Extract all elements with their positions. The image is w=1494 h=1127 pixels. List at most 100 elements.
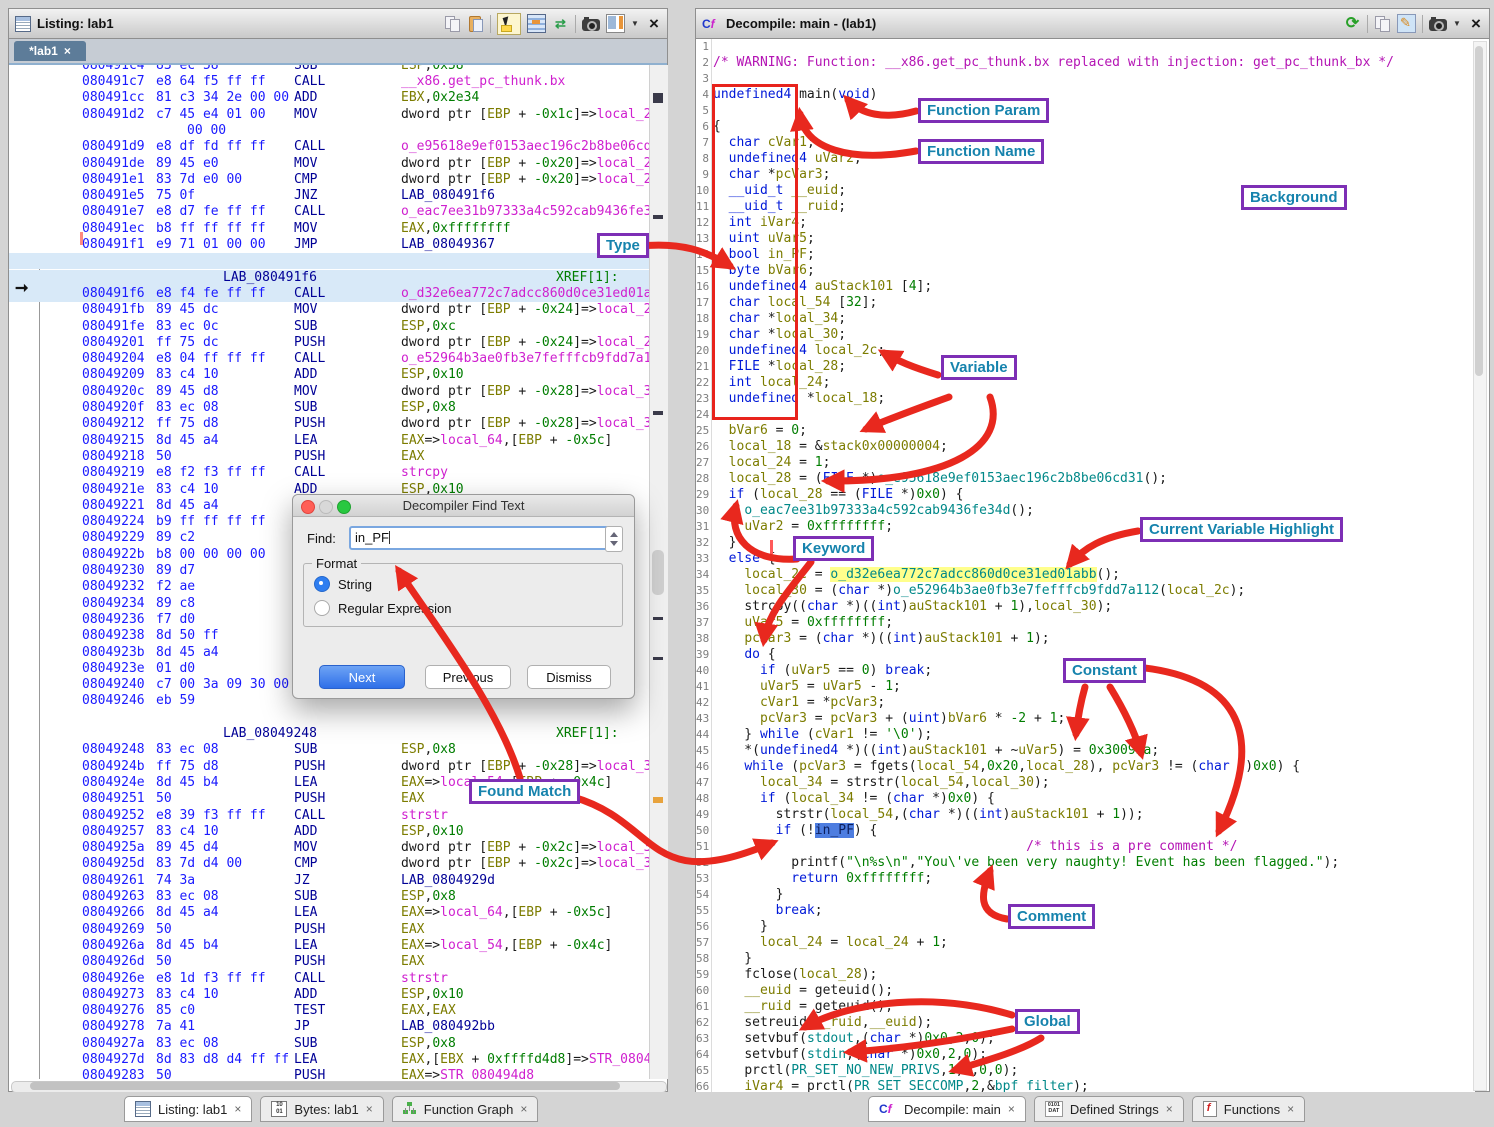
decompiler-line[interactable]: 24 — [696, 407, 1475, 423]
listing-row[interactable]: 0804926ee8 1d f3 ff ffCALLstrstr — [9, 971, 649, 987]
listing-row[interactable]: 08049212ff 75 d8PUSHdword ptr [EBP + -0x… — [9, 416, 649, 432]
decompiler-line[interactable]: 52 printf("\n%s\n","You\'ve been very na… — [696, 855, 1475, 871]
edit-icon[interactable] — [1397, 14, 1416, 33]
dialog-close-icon[interactable] — [301, 500, 315, 514]
tab-close-icon[interactable]: × — [366, 1102, 373, 1116]
navigation-marker[interactable] — [653, 93, 663, 103]
bottom-tab-listing-lab-[interactable]: Listing: lab1× — [124, 1096, 252, 1122]
decompiler-line[interactable]: 63 setvbuf(stdout,(char *)0x0,2,0); — [696, 1031, 1475, 1047]
decompiler-line[interactable]: 64 setvbuf(stdin,(char *)0x0,2,0); — [696, 1047, 1475, 1063]
navigation-marker[interactable] — [653, 411, 663, 415]
decompiler-line[interactable]: 14 bool in_PF; — [696, 247, 1475, 263]
decompiler-line[interactable]: 58 } — [696, 951, 1475, 967]
decompiler-line[interactable]: 50 if (!in_PF) { — [696, 823, 1475, 839]
decompiler-line[interactable]: 61 __ruid = geteuid(); — [696, 999, 1475, 1015]
tab-lab1[interactable]: *lab1 × — [14, 41, 86, 61]
decompiler-line[interactable]: 38 pcVar3 = (char *)((int)auStack101 + 1… — [696, 631, 1475, 647]
decompiler-line[interactable]: 30 o_eac7ee31b97333a4c592cab9436fe34d(); — [696, 503, 1475, 519]
decompiler-line[interactable]: 60 __euid = geteuid(); — [696, 983, 1475, 999]
decompiler-line[interactable]: 48 if (local_34 != (char *)0x0) { — [696, 791, 1475, 807]
navigation-marker[interactable] — [653, 215, 663, 219]
find-history-stepper[interactable] — [605, 526, 623, 552]
listing-row[interactable]: 0804921850PUSHEAX — [9, 449, 649, 465]
listing-row[interactable]: 080491de89 45 e0MOVdword ptr [EBP + -0x2… — [9, 156, 649, 172]
panel-options-icon[interactable] — [606, 14, 625, 33]
listing-row[interactable]: 0804928350PUSHEAX=>STR_080494d8 — [9, 1068, 649, 1079]
listing-row[interactable]: 080491c7e8 64 f5 ff ffCALL__x86.get_pc_t… — [9, 74, 649, 90]
decompiler-line[interactable]: 12 int iVar4; — [696, 215, 1475, 231]
listing-row[interactable]: 0804926950PUSHEAX — [9, 922, 649, 938]
decompiler-line[interactable]: 51 /* this is a pre comment */ — [696, 839, 1475, 855]
bottom-tab-bytes-lab-[interactable]: 10 01Bytes: lab1× — [260, 1096, 383, 1122]
refresh-icon[interactable]: ⟳ — [1344, 15, 1361, 32]
decompiler-line[interactable]: 36 strcpy((char *)((int)auStack101 + 1),… — [696, 599, 1475, 615]
listing-vscroll-thumb[interactable] — [652, 550, 664, 595]
tab-close-icon[interactable]: × — [64, 44, 71, 58]
decompiler-line[interactable]: 31 uVar2 = 0xffffffff; — [696, 519, 1475, 535]
decompiler-view[interactable]: 12/* WARNING: Function: __x86.get_pc_thu… — [696, 39, 1475, 1092]
tab-close-icon[interactable]: × — [1166, 1102, 1173, 1116]
decompiler-line[interactable]: 54 } — [696, 887, 1475, 903]
bottom-tab-defined-strings[interactable]: 0101 DATDefined Strings× — [1034, 1096, 1184, 1122]
listing-row[interactable]: 0804925783 c4 10ADDESP,0x10 — [9, 824, 649, 840]
listing-marker-margin[interactable] — [649, 65, 668, 1079]
dismiss-button[interactable]: Dismiss — [527, 665, 611, 689]
decompiler-line[interactable]: 53 return 0xffffffff; — [696, 871, 1475, 887]
close-icon[interactable]: × — [1469, 15, 1483, 32]
decompiler-line[interactable]: 35 local_30 = (char *)o_e52964b3ae0fb3e7… — [696, 583, 1475, 599]
decompiler-line[interactable]: 25 bVar6 = 0; — [696, 423, 1475, 439]
decompiler-line[interactable]: 18 char *local_34; — [696, 311, 1475, 327]
decompiler-line[interactable]: 57 local_24 = local_24 + 1; — [696, 935, 1475, 951]
decompiler-line[interactable]: 11 __uid_t __ruid; — [696, 199, 1475, 215]
decompiler-line[interactable]: 34 local_2c = o_d32e6ea772c7adcc860d0ce3… — [696, 567, 1475, 583]
decompiler-line[interactable]: 46 while (pcVar3 = fgets(local_54,0x20,l… — [696, 759, 1475, 775]
navigation-marker[interactable] — [653, 657, 663, 660]
listing-row[interactable]: 080491c483 ec 58SUBESP,0x58 — [9, 65, 649, 74]
bottom-tab-function-graph[interactable]: Function Graph× — [392, 1096, 539, 1122]
listing-label-row[interactable]: LAB_08049248XREF[1]: — [9, 726, 649, 742]
listing-row[interactable]: 0804927a83 ec 08SUBESP,0x8 — [9, 1036, 649, 1052]
decompiler-line[interactable]: 2/* WARNING: Function: __x86.get_pc_thun… — [696, 55, 1475, 71]
decompiler-titlebar[interactable]: Decompile: main - (lab1) ⟳▼× — [696, 9, 1489, 39]
decompiler-line[interactable]: 8 undefined4 uVar2; — [696, 151, 1475, 167]
find-dialog-titlebar[interactable]: Decompiler Find Text — [293, 495, 634, 517]
dialog-minimize-icon[interactable] — [319, 500, 333, 514]
decompiler-line[interactable]: 23 undefined *local_18; — [696, 391, 1475, 407]
listing-row[interactable]: 0804920f83 ec 08SUBESP,0x8 — [9, 400, 649, 416]
listing-row[interactable]: 08049219e8 f2 f3 ff ffCALLstrcpy — [9, 465, 649, 481]
copy-icon[interactable] — [1374, 15, 1391, 32]
decompiler-line[interactable]: 22 int local_24; — [696, 375, 1475, 391]
decompiler-line[interactable]: 7 char cVar1; — [696, 135, 1475, 151]
decompiler-line[interactable]: 3 — [696, 71, 1475, 87]
listing-label-row[interactable]: LAB_080491f6XREF[1]: — [9, 270, 649, 286]
decompiler-line[interactable]: 21 FILE *local_28; — [696, 359, 1475, 375]
listing-row[interactable]: 0804927d8d 83 d8 d4 ff ffLEAEAX,[EBX + 0… — [9, 1052, 649, 1068]
cursor-selection-icon[interactable] — [497, 13, 521, 35]
tab-close-icon[interactable]: × — [520, 1102, 527, 1116]
dropdown-arrow-icon[interactable]: ▼ — [631, 15, 641, 32]
decompiler-line[interactable]: 5 — [696, 103, 1475, 119]
decompiler-line[interactable]: 28 local_28 = (FILE *)o_e95618e9ef0153ae… — [696, 471, 1475, 487]
listing-row[interactable]: 080491d2c7 45 e4 01 00MOVdword ptr [EBP … — [9, 107, 649, 123]
listing-gap-row[interactable] — [9, 253, 649, 269]
decompiler-line[interactable]: 37 uVar5 = 0xffffffff; — [696, 615, 1475, 631]
vscroll-thumb[interactable] — [1475, 46, 1483, 376]
navigation-marker[interactable] — [653, 797, 663, 803]
listing-row[interactable]: 0804926174 3aJZLAB_0804929d — [9, 873, 649, 889]
listing-row[interactable]: 0804920983 c4 10ADDESP,0x10 — [9, 367, 649, 383]
listing-row[interactable]: 08049252e8 39 f3 ff ffCALLstrstr — [9, 808, 649, 824]
listing-row[interactable]: 080491fb89 45 dcMOVdword ptr [EBP + -0x2… — [9, 302, 649, 318]
tab-close-icon[interactable]: × — [1008, 1102, 1015, 1116]
listing-row[interactable]: 080491f1e9 71 01 00 00JMPLAB_08049367 — [9, 237, 649, 253]
dropdown-arrow-icon[interactable]: ▼ — [1453, 15, 1463, 32]
snapshot-icon[interactable] — [582, 19, 600, 31]
bottom-tab-decompile-main[interactable]: Decompile: main× — [868, 1096, 1026, 1122]
radio-string-row[interactable]: String — [314, 576, 372, 592]
decompiler-line[interactable]: 45 *(undefined4 *)((int)auStack101 + ~uV… — [696, 743, 1475, 759]
decompiler-line[interactable]: 1 — [696, 39, 1475, 55]
decompiler-line[interactable]: 65 prctl(PR_SET_NO_NEW_PRIVS,1,0,0,0); — [696, 1063, 1475, 1079]
radio-regex[interactable] — [314, 600, 330, 616]
decompiler-line[interactable]: 16 undefined4 auStack101 [4]; — [696, 279, 1475, 295]
decompiler-line[interactable]: 27 local_24 = 1; — [696, 455, 1475, 471]
listing-row[interactable]: 080491ecb8 ff ff ff ffMOVEAX,0xffffffff — [9, 221, 649, 237]
